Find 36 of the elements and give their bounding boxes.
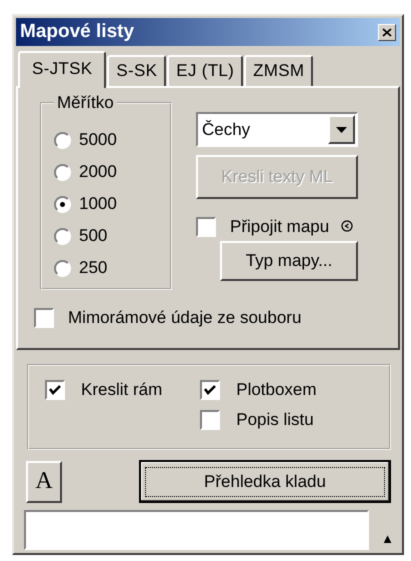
radio-button[interactable]: [54, 260, 71, 276]
checkbox-label: Plotboxem: [236, 380, 317, 400]
overview-button[interactable]: Přehledka kladu: [139, 460, 391, 503]
radio-button[interactable]: [54, 228, 71, 244]
tab[interactable]: ZMSM: [244, 55, 314, 86]
radio-label: 2000: [79, 162, 117, 182]
checkbox-label: Mimorámové údaje ze souboru: [68, 308, 302, 328]
close-button[interactable]: [378, 24, 396, 40]
dropdown-arrow-icon: [336, 126, 347, 132]
checkbox[interactable]: [45, 380, 65, 400]
checkbox[interactable]: [200, 380, 220, 400]
checkbox[interactable]: [196, 217, 216, 237]
tab[interactable]: S-JTSK: [18, 51, 106, 88]
radio-label: 500: [79, 226, 108, 246]
checkbox[interactable]: [34, 308, 54, 328]
text-field[interactable]: [24, 510, 369, 550]
window-title: Mapové listy: [20, 21, 134, 43]
radio-label: 1000: [79, 194, 117, 214]
radio-button[interactable]: [54, 196, 71, 212]
checkbox-label: Kreslit rám: [81, 380, 162, 400]
region-dropdown[interactable]: Čechy: [196, 112, 358, 147]
radio-label: 250: [79, 258, 108, 278]
close-icon: [382, 28, 392, 36]
radio-button[interactable]: [54, 164, 71, 180]
font-button[interactable]: A: [26, 460, 62, 502]
radio-button[interactable]: [54, 132, 71, 148]
tab[interactable]: EJ (TL): [167, 55, 244, 86]
tab[interactable]: S-SK: [107, 55, 166, 86]
checkmark-icon: [48, 383, 62, 397]
map-type-button[interactable]: Typ mapy...: [220, 241, 358, 281]
checkmark-icon: [203, 383, 218, 397]
checkbox-label: Připojit mapu: [230, 217, 330, 237]
expand-arrow[interactable]: ▲: [381, 531, 394, 546]
radio-label: 5000: [79, 130, 117, 150]
checkbox[interactable]: [200, 410, 220, 430]
checkbox-label: Popis listu: [236, 410, 314, 430]
